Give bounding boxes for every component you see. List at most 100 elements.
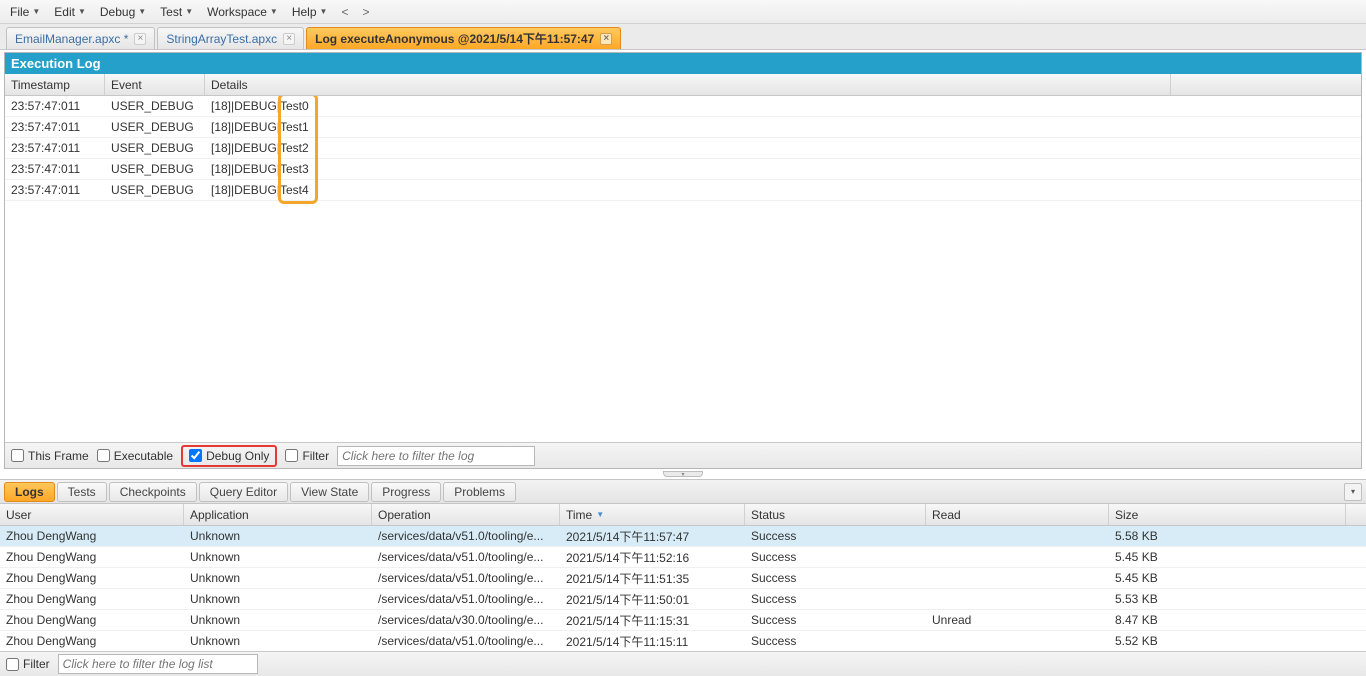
- cell-timestamp: 23:57:47:011: [5, 162, 105, 176]
- logs-row[interactable]: Zhou DengWangUnknown/services/data/v51.0…: [0, 589, 1366, 610]
- cell-application: Unknown: [184, 529, 372, 543]
- cell-operation: /services/data/v51.0/tooling/e...: [372, 550, 560, 564]
- debug-only-checkbox-input[interactable]: [189, 449, 202, 462]
- logs-row[interactable]: Zhou DengWangUnknown/services/data/v51.0…: [0, 568, 1366, 589]
- detail-message: Test3: [280, 162, 309, 176]
- cell-details: [18]|DEBUG|Test4: [205, 183, 1361, 197]
- col-timestamp[interactable]: Timestamp: [5, 74, 105, 95]
- cell-size: 5.58 KB: [1109, 529, 1366, 543]
- logs-filter-checkbox-input[interactable]: [6, 658, 19, 671]
- col-operation[interactable]: Operation: [372, 504, 560, 525]
- menu-test[interactable]: Test▼: [154, 3, 199, 21]
- bottom-tab-logs[interactable]: Logs: [4, 482, 55, 502]
- cell-user: Zhou DengWang: [0, 592, 184, 606]
- bottom-tab-progress[interactable]: Progress: [371, 482, 441, 502]
- splitter[interactable]: ▾: [0, 469, 1366, 479]
- cell-timestamp: 23:57:47:011: [5, 183, 105, 197]
- editor-tab-2[interactable]: Log executeAnonymous @2021/5/14下午11:57:4…: [306, 27, 621, 49]
- bottom-tab-checkpoints[interactable]: Checkpoints: [109, 482, 197, 502]
- cell-user: Zhou DengWang: [0, 550, 184, 564]
- menu-label: Edit: [54, 5, 75, 19]
- nav-forward-button[interactable]: >: [356, 3, 375, 21]
- cell-time: 2021/5/14下午11:52:16: [560, 549, 745, 566]
- logs-row[interactable]: Zhou DengWangUnknown/services/data/v51.0…: [0, 526, 1366, 547]
- exec-log-row[interactable]: 23:57:47:011USER_DEBUG[18]|DEBUG|Test1: [5, 117, 1361, 138]
- editor-tab-1[interactable]: StringArrayTest.apxc×: [157, 27, 304, 49]
- cell-time: 2021/5/14下午11:50:01: [560, 591, 745, 608]
- exec-log-row[interactable]: 23:57:47:011USER_DEBUG[18]|DEBUG|Test3: [5, 159, 1361, 180]
- cell-user: Zhou DengWang: [0, 613, 184, 627]
- logs-filter-input[interactable]: [58, 654, 258, 674]
- cell-application: Unknown: [184, 550, 372, 564]
- menu-debug[interactable]: Debug▼: [94, 3, 152, 21]
- execution-log-panel: Execution Log Timestamp Event Details 23…: [4, 52, 1362, 469]
- bottom-tab-problems[interactable]: Problems: [443, 482, 516, 502]
- bottom-tabs-overflow-button[interactable]: ▾: [1344, 483, 1362, 501]
- menu-help[interactable]: Help▼: [286, 3, 334, 21]
- logs-row[interactable]: Zhou DengWangUnknown/services/data/v30.0…: [0, 610, 1366, 631]
- menu-workspace[interactable]: Workspace▼: [201, 3, 284, 21]
- menu-label: Help: [292, 5, 317, 19]
- col-user[interactable]: User: [0, 504, 184, 525]
- col-time[interactable]: Time ▼: [560, 504, 745, 525]
- close-icon[interactable]: ×: [134, 33, 146, 45]
- exec-log-row[interactable]: 23:57:47:011USER_DEBUG[18]|DEBUG|Test2: [5, 138, 1361, 159]
- bottom-tab-view-state[interactable]: View State: [290, 482, 369, 502]
- logs-filter-row: Filter: [0, 651, 1366, 676]
- menu-edit[interactable]: Edit▼: [48, 3, 92, 21]
- nav-back-button[interactable]: <: [335, 3, 354, 21]
- logs-row[interactable]: Zhou DengWangUnknown/services/data/v51.0…: [0, 547, 1366, 568]
- debug-only-label: Debug Only: [206, 449, 269, 463]
- chevron-down-icon: ▼: [185, 7, 193, 16]
- chevron-down-icon: ▼: [32, 7, 40, 16]
- cell-event: USER_DEBUG: [105, 162, 205, 176]
- col-size[interactable]: Size: [1109, 504, 1346, 525]
- menu-label: Workspace: [207, 5, 267, 19]
- exec-log-row[interactable]: 23:57:47:011USER_DEBUG[18]|DEBUG|Test0: [5, 96, 1361, 117]
- cell-details: [18]|DEBUG|Test1: [205, 120, 1361, 134]
- bottom-tab-tests[interactable]: Tests: [57, 482, 107, 502]
- cell-user: Zhou DengWang: [0, 571, 184, 585]
- menu-file[interactable]: File▼: [4, 3, 46, 21]
- menubar: File▼Edit▼Debug▼Test▼Workspace▼Help▼<>: [0, 0, 1366, 24]
- cell-event: USER_DEBUG: [105, 120, 205, 134]
- col-read[interactable]: Read: [926, 504, 1109, 525]
- editor-tab-0[interactable]: EmailManager.apxc *×: [6, 27, 155, 49]
- cell-size: 5.53 KB: [1109, 592, 1366, 606]
- cell-application: Unknown: [184, 613, 372, 627]
- this-frame-checkbox[interactable]: This Frame: [11, 449, 89, 463]
- col-details[interactable]: Details: [205, 74, 1171, 95]
- exec-log-row[interactable]: 23:57:47:011USER_DEBUG[18]|DEBUG|Test4: [5, 180, 1361, 201]
- chevron-down-icon: ▼: [78, 7, 86, 16]
- this-frame-checkbox-input[interactable]: [11, 449, 24, 462]
- cell-time: 2021/5/14下午11:51:35: [560, 570, 745, 587]
- cell-timestamp: 23:57:47:011: [5, 99, 105, 113]
- filter-label: Filter: [302, 449, 329, 463]
- cell-status: Success: [745, 634, 926, 648]
- cell-operation: /services/data/v51.0/tooling/e...: [372, 529, 560, 543]
- col-event[interactable]: Event: [105, 74, 205, 95]
- exec-log-controls: This Frame Executable Debug Only Filter: [5, 442, 1361, 468]
- bottom-tab-query-editor[interactable]: Query Editor: [199, 482, 288, 502]
- col-status[interactable]: Status: [745, 504, 926, 525]
- cell-read: Unread: [926, 613, 1109, 627]
- close-icon[interactable]: ×: [283, 33, 295, 45]
- logs-grid-body[interactable]: Zhou DengWangUnknown/services/data/v51.0…: [0, 526, 1366, 651]
- cell-operation: /services/data/v51.0/tooling/e...: [372, 634, 560, 648]
- logs-row[interactable]: Zhou DengWangUnknown/services/data/v51.0…: [0, 631, 1366, 651]
- logs-filter-checkbox[interactable]: Filter: [6, 657, 50, 671]
- cell-details: [18]|DEBUG|Test2: [205, 141, 1361, 155]
- cell-size: 5.45 KB: [1109, 571, 1366, 585]
- filter-checkbox[interactable]: Filter: [285, 449, 329, 463]
- detail-message: Test4: [280, 183, 309, 197]
- splitter-grip-icon[interactable]: ▾: [663, 471, 703, 477]
- executable-checkbox-input[interactable]: [97, 449, 110, 462]
- executable-checkbox[interactable]: Executable: [97, 449, 173, 463]
- col-application[interactable]: Application: [184, 504, 372, 525]
- filter-checkbox-input[interactable]: [285, 449, 298, 462]
- filter-input[interactable]: [337, 446, 535, 466]
- menu-label: Test: [160, 5, 182, 19]
- logs-grid-header: User Application Operation Time ▼ Status…: [0, 504, 1366, 526]
- debug-only-checkbox[interactable]: Debug Only: [189, 449, 269, 463]
- close-icon[interactable]: ×: [600, 33, 612, 45]
